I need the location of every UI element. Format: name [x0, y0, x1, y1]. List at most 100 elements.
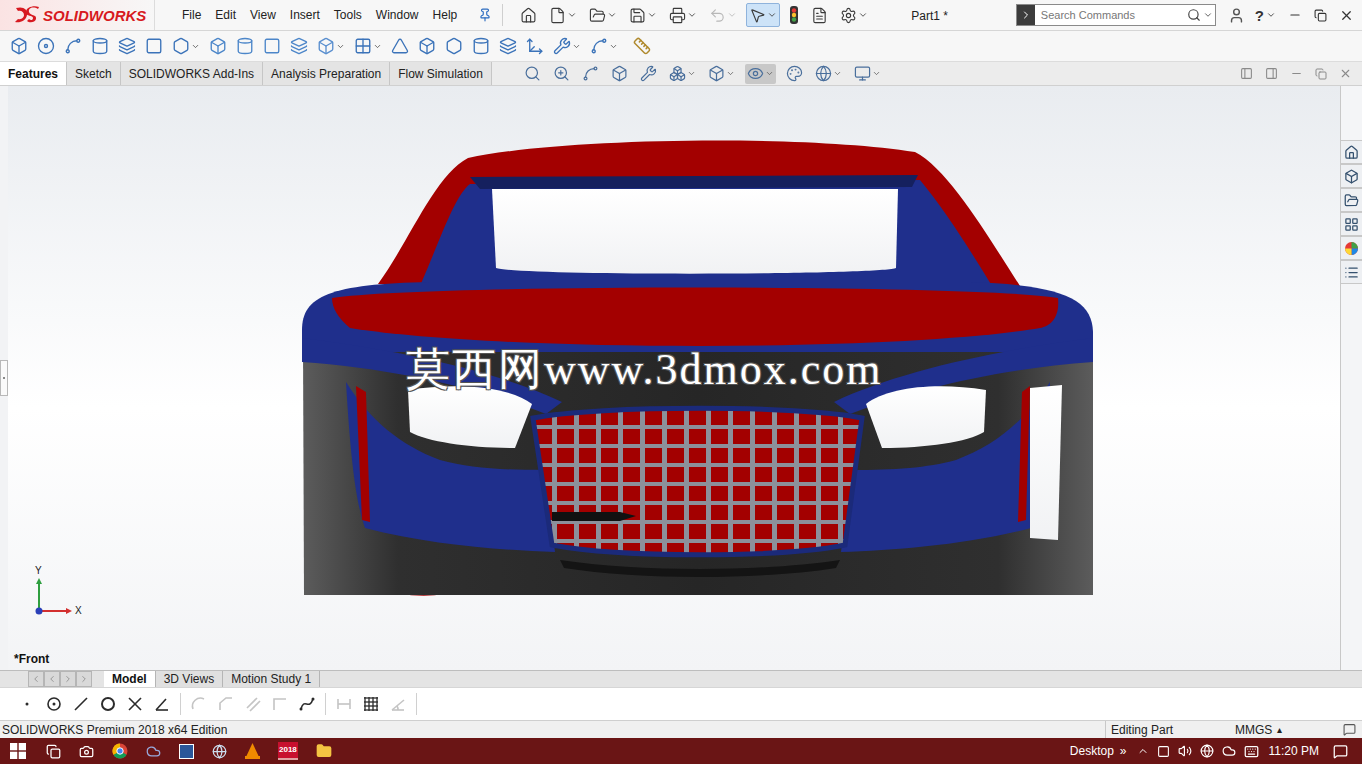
desktop-toolbar[interactable]: Desktop [1070, 742, 1114, 760]
feature-button[interactable] [418, 37, 436, 55]
feature-icon[interactable] [445, 37, 463, 55]
bottom-tab[interactable]: Model [104, 671, 156, 687]
sketch-tool-button[interactable] [190, 695, 208, 713]
caret-icon[interactable] [833, 69, 842, 78]
caret-icon[interactable] [727, 10, 737, 20]
feature-button[interactable] [263, 37, 281, 55]
task-view-icon[interactable] [46, 744, 61, 759]
feature-button[interactable] [472, 37, 490, 55]
feature-button[interactable] [391, 37, 409, 55]
feature-icon[interactable] [37, 37, 55, 55]
feature-icon[interactable] [236, 37, 254, 55]
feature-icon[interactable] [590, 37, 608, 55]
new-icon[interactable] [549, 7, 566, 24]
sketch-tool-button[interactable] [153, 695, 171, 713]
solidworks-taskbar-icon[interactable]: 2018 [278, 742, 298, 760]
toolbar-overflow[interactable]: » [1120, 742, 1127, 760]
view-icon[interactable] [553, 65, 570, 82]
command-tab[interactable]: Features [0, 62, 67, 85]
menu-item[interactable]: Tools [327, 6, 369, 24]
command-tab[interactable]: Flow Simulation [390, 62, 492, 85]
feature-icon[interactable] [118, 37, 136, 55]
camera-app-icon[interactable] [79, 744, 94, 759]
feature-button[interactable] [354, 37, 382, 55]
unit-system[interactable]: MMGS [1220, 721, 1275, 738]
app-icon[interactable] [146, 744, 161, 759]
task-pane-tab[interactable] [1341, 212, 1362, 236]
feature-icon[interactable] [418, 37, 436, 55]
view-button[interactable] [813, 64, 844, 84]
feature-button[interactable] [526, 37, 544, 55]
feature-icon[interactable] [10, 37, 28, 55]
undo-button[interactable] [706, 3, 740, 27]
open-icon[interactable] [589, 7, 606, 24]
task-pane-tab[interactable] [1341, 236, 1362, 260]
search-icon[interactable] [1187, 8, 1201, 22]
caret-icon[interactable] [373, 42, 382, 51]
view-icon[interactable] [815, 65, 832, 82]
dimension-icon[interactable] [335, 695, 353, 713]
task-pane-icon[interactable] [1344, 265, 1359, 280]
windows-start-icon[interactable] [10, 743, 26, 759]
feature-icon[interactable] [553, 37, 571, 55]
feature-button[interactable] [10, 37, 28, 55]
feature-icon[interactable] [209, 37, 227, 55]
search-box[interactable]: Search Commands [1016, 4, 1216, 26]
menu-item[interactable]: Help [426, 6, 465, 24]
bottom-tab[interactable]: Motion Study 1 [223, 671, 320, 687]
app-logo[interactable]: SOLIDWORKS [0, 0, 155, 30]
view-icon[interactable] [524, 65, 541, 82]
caret-icon[interactable] [687, 10, 697, 20]
caret-icon[interactable] [647, 10, 657, 20]
show-hidden-icon[interactable] [1137, 745, 1149, 757]
feature-button[interactable] [91, 37, 109, 55]
feature-icon[interactable] [354, 37, 372, 55]
close-icon[interactable] [1339, 67, 1352, 80]
task-pane-tab[interactable] [1341, 260, 1362, 284]
minimize-icon[interactable] [1290, 67, 1303, 80]
feature-button[interactable] [118, 37, 136, 55]
caret-icon[interactable] [572, 42, 581, 51]
minimize-icon[interactable] [1288, 8, 1302, 22]
select-icon[interactable] [749, 7, 766, 24]
tab-scroll-button[interactable] [76, 671, 92, 687]
options-button[interactable] [837, 3, 871, 27]
sketch-tool-button[interactable] [271, 695, 289, 713]
pin-icon[interactable] [478, 8, 492, 22]
tab-scroll-button[interactable] [28, 671, 44, 687]
view-button[interactable] [580, 64, 601, 84]
view-button[interactable] [706, 64, 737, 84]
feature-icon[interactable] [391, 37, 409, 55]
command-tab[interactable]: SOLIDWORKS Add-Ins [121, 62, 263, 85]
task-pane-icon[interactable] [1344, 193, 1359, 208]
feature-icon[interactable] [145, 37, 163, 55]
feature-button[interactable] [209, 37, 227, 55]
3d-viewport[interactable]: 莫西网www.3dmox.comYX*Front [8, 86, 1340, 670]
battery-icon[interactable] [1157, 745, 1170, 758]
onedrive-icon[interactable] [1222, 744, 1236, 758]
bottom-tab[interactable]: 3D Views [156, 671, 223, 687]
undo-icon[interactable] [709, 7, 726, 24]
feature-button[interactable] [590, 37, 618, 55]
view-button[interactable] [609, 64, 630, 84]
feature-icon[interactable] [172, 37, 190, 55]
view-icon[interactable] [669, 65, 686, 82]
file-explorer-icon[interactable] [316, 743, 332, 759]
caret-icon[interactable] [872, 69, 881, 78]
point-icon[interactable] [18, 695, 36, 713]
options-icon[interactable] [840, 7, 857, 24]
panel-collapse-handle[interactable] [0, 360, 8, 396]
view-button[interactable] [522, 64, 543, 84]
feature-button[interactable] [445, 37, 463, 55]
caret-icon[interactable] [767, 10, 777, 20]
feature-icon[interactable] [91, 37, 109, 55]
menu-item[interactable]: Edit [208, 6, 243, 24]
home-button[interactable] [517, 3, 540, 27]
close-icon[interactable] [1339, 8, 1354, 23]
sketch-tool-button[interactable] [217, 695, 235, 713]
keyboard-icon[interactable] [1244, 744, 1259, 759]
feature-icon[interactable] [64, 37, 82, 55]
help-button[interactable]: ? [1255, 8, 1276, 23]
menu-item[interactable]: Window [369, 6, 426, 24]
feature-icon[interactable] [290, 37, 308, 55]
